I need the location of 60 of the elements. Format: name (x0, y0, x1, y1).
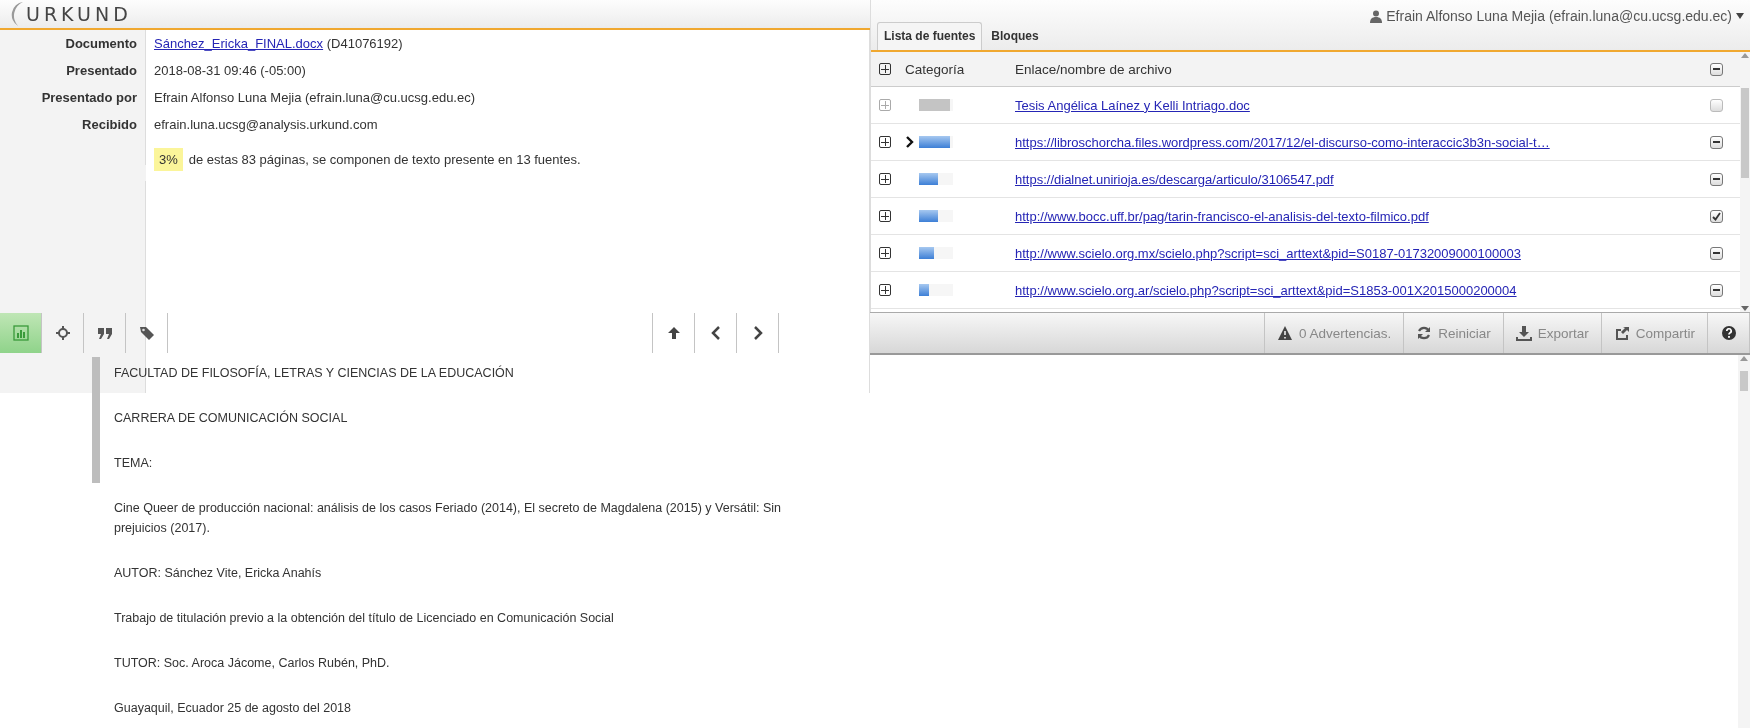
quote-icon (96, 325, 113, 341)
document-paragraph: CARRERA DE COMUNICACIÓN SOCIAL (114, 409, 349, 427)
expand-icon[interactable] (879, 247, 891, 259)
scrollbar[interactable] (1740, 52, 1750, 312)
bar-chart-icon (12, 325, 29, 341)
person-icon (1370, 9, 1383, 23)
source-link[interactable]: http://www.bocc.uff.br/pag/tarin-francisco-el-analisis-del-texto-filmico.pdf (1015, 208, 1710, 224)
expand-all-icon[interactable] (879, 63, 891, 75)
document-paragraph: Guayaquil, Ecuador 25 de agosto del 2018 (114, 700, 352, 717)
source-checkbox[interactable] (1710, 172, 1723, 186)
source-link[interactable]: Tesis Angélica Laínez y Kelli Intriago.doc (1015, 97, 1710, 113)
share-icon (1613, 325, 1630, 341)
crescent-logo-icon (10, 0, 24, 28)
document-paragraph: FACULTAD DE FILOSOFÍA, LETRAS Y CIENCIAS DE LA EDUCACIÓN (114, 364, 515, 382)
field-label: Recibido (0, 111, 146, 138)
source-link[interactable]: http://www.scielo.org.ar/scielo.php?script=sci_arttext&pid=S1853-001X2015000200004 (1015, 282, 1710, 298)
summary-text: de estas 83 páginas, se componen de texto presente en 13 fuentes. (188, 152, 581, 167)
user-menu[interactable]: Efrain Alfonso Luna Mejia (efrain.luna@cu.ucsg.edu.ec) (1370, 0, 1750, 24)
field-value: efrain.luna.ucsg@analysis.urkund.com (154, 117, 378, 132)
download-icon (1515, 325, 1532, 341)
warning-icon (1276, 325, 1293, 341)
logo-text: URKUND (26, 3, 132, 25)
match-percentage: 3% (154, 148, 183, 171)
caret-icon (1736, 13, 1744, 19)
crosshair-icon (54, 325, 71, 341)
document-paragraph: Cine Queer de producción nacional: análisis de los casos Feriado (2014), El secreto de Magdalena (2015) y Versátil: Sin prejuicios (2017). (114, 500, 783, 537)
expand-icon[interactable] (879, 136, 891, 148)
source-checkbox[interactable] (1710, 135, 1723, 149)
column-header: Categoría (905, 61, 966, 77)
source-link[interactable]: https://dialnet.unirioja.es/descarga/articulo/3106547.pdf (1015, 171, 1710, 187)
field-label: Presentado (0, 57, 146, 84)
expand-icon[interactable] (879, 173, 891, 185)
source-checkbox[interactable] (1710, 283, 1723, 297)
tab[interactable]: Bloques (984, 22, 1046, 50)
source-link[interactable]: https://libroschorcha.files.wordpress.com/2017/12/el-discurso-como-interaccic3b3n-social-t… (1015, 134, 1710, 150)
scrollbar-thumb[interactable] (1741, 88, 1749, 178)
document-link[interactable]: Sánchez_Ericka_FINAL.docx (154, 36, 324, 51)
source-checkbox[interactable] (1710, 209, 1723, 223)
document-paragraph: Trabajo de titulación previo a la obtención del título de Licenciado en Comunicación Social (114, 610, 615, 627)
source-checkbox[interactable] (1710, 246, 1723, 260)
document-paragraph: TUTOR: Soc. Aroca Jácome, Carlos Rubén, PhD. (114, 655, 391, 672)
document-paragraph: AUTOR: Sánchez Vite, Ericka Anahís (114, 565, 323, 582)
field-value: (D41076192) (326, 36, 403, 51)
help-icon (1720, 325, 1737, 341)
column-header: Enlace/nombre de archivo (1015, 61, 1173, 77)
field-value: 2018-08-31 09:46 (-05:00) (154, 63, 306, 78)
field-value: Efrain Alfonso Luna Mejia (efrain.luna@cu.ucsg.edu.ec) (154, 90, 476, 105)
field-label: Presentado por (0, 84, 146, 111)
chevron-right-icon (905, 136, 915, 148)
tab[interactable]: Lista de fuentes (877, 22, 983, 50)
source-link[interactable]: http://www.scielo.org.mx/scielo.php?script=sci_arttext&pid=S0187-01732009000100003 (1015, 245, 1710, 261)
expand-icon[interactable] (879, 210, 891, 222)
scrollbar-thumb[interactable] (1740, 371, 1748, 391)
source-checkbox[interactable] (1710, 98, 1723, 112)
select-all-checkbox[interactable] (1710, 62, 1723, 76)
scrollbar[interactable] (1738, 355, 1750, 728)
document-paragraph: TEMA: (114, 455, 154, 472)
expand-icon[interactable] (879, 284, 891, 296)
refresh-icon (1416, 325, 1433, 341)
field-label: Documento (0, 30, 146, 57)
